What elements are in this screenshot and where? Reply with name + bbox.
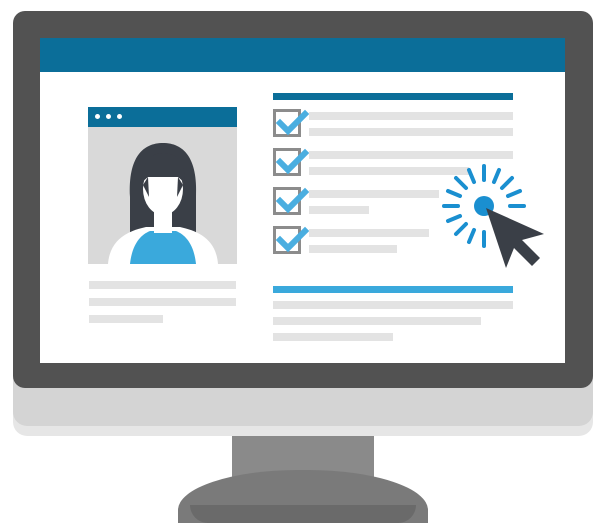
text-placeholder-line: [89, 281, 236, 289]
monitor-illustration: [0, 0, 597, 523]
text-placeholder-line: [309, 245, 397, 253]
checkmark-icon: [275, 226, 309, 253]
text-placeholder-line: [273, 333, 393, 341]
screen-header-bar: [40, 38, 565, 72]
text-placeholder-line: [309, 190, 439, 198]
checkbox-checked-4[interactable]: [273, 226, 309, 254]
checkbox-checked-2[interactable]: [273, 148, 309, 176]
text-placeholder-line: [89, 315, 163, 323]
checkmark-icon: [275, 109, 309, 136]
arrow-cursor-icon: [486, 208, 544, 268]
woman-avatar-icon: [108, 143, 218, 264]
section-divider: [273, 286, 513, 293]
profile-card-titlebar: [88, 107, 237, 127]
monitor-stand-base-shadow: [190, 505, 416, 523]
text-placeholder-line: [273, 317, 481, 325]
monitor-screen: [40, 38, 565, 363]
text-placeholder-line: [89, 298, 236, 306]
mouse-pointer-click-icon: [442, 164, 544, 268]
checkbox-checked-1[interactable]: [273, 109, 309, 137]
text-placeholder-line: [309, 206, 369, 214]
profile-card: [88, 107, 237, 264]
text-placeholder-line: [309, 128, 513, 136]
window-dot-icon: [95, 114, 100, 119]
window-dot-icon: [117, 114, 122, 119]
checkmark-icon: [275, 187, 309, 214]
text-placeholder-line: [309, 229, 429, 237]
checkmark-icon: [275, 148, 309, 175]
checkbox-checked-3[interactable]: [273, 187, 309, 215]
text-placeholder-line: [309, 112, 513, 120]
checklist-header-bar: [273, 93, 513, 100]
window-dot-icon: [106, 114, 111, 119]
text-placeholder-line: [273, 301, 513, 309]
